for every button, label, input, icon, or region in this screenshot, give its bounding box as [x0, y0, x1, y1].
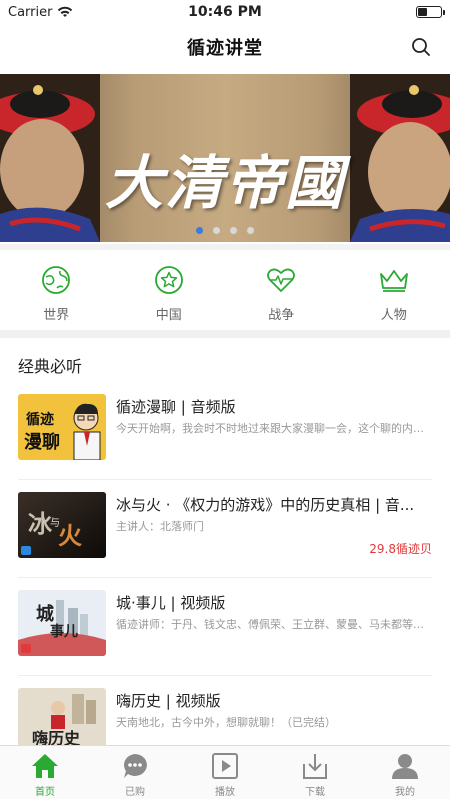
section-divider — [0, 330, 450, 338]
category-world[interactable]: 世界 — [0, 250, 113, 330]
battery-icon — [416, 6, 445, 18]
banner-title: 大清帝國 — [104, 149, 345, 217]
carrier-label: Carrier — [8, 4, 53, 20]
tab-play[interactable]: 播放 — [180, 746, 270, 799]
carousel-dots — [0, 227, 450, 234]
tab-label: 首页 — [35, 787, 55, 798]
tab-profile[interactable]: 我的 — [360, 746, 450, 799]
tab-download[interactable]: 下载 — [270, 746, 360, 799]
category-china[interactable]: 中国 — [113, 250, 226, 330]
program-thumbnail: 循迹 漫聊 — [18, 394, 106, 460]
user-icon — [392, 754, 418, 779]
tab-bar: 首页 已购 播放 下载 我的 — [0, 745, 450, 799]
crown-icon — [379, 270, 408, 292]
list-item[interactable]: 冰 火 与 冰与火 · 《权力的游戏》中的历史真相 | 音... 主讲人：北落师… — [18, 480, 432, 578]
nav-bar: 循迹讲堂 — [0, 24, 450, 70]
item-description: 今天开始啊，我会时不时地过来跟大家漫聊一会，这个聊的内容... — [116, 422, 432, 435]
tab-home[interactable]: 首页 — [0, 746, 90, 799]
page-title: 循迹讲堂 — [187, 38, 263, 59]
item-title: 嗨历史 | 视频版 — [116, 692, 221, 710]
heart-pulse-icon — [267, 268, 296, 292]
tab-label: 下载 — [305, 787, 325, 798]
svg-text:与: 与 — [50, 517, 60, 529]
search-icon[interactable] — [410, 36, 432, 58]
wifi-icon — [58, 6, 73, 17]
carousel-dot[interactable] — [196, 227, 203, 234]
carousel-dot[interactable] — [213, 227, 220, 234]
category-war[interactable]: 战争 — [225, 250, 338, 330]
star-badge-icon — [154, 266, 183, 294]
section-title: 经典必听 — [18, 357, 83, 376]
status-time: 10:46 PM — [188, 4, 262, 20]
banner-carousel[interactable]: 大清帝國 — [0, 74, 450, 242]
status-left: Carrier — [8, 5, 158, 20]
item-title: 循迹漫聊 | 音频版 — [116, 398, 236, 416]
category-label: 中国 — [155, 308, 182, 323]
download-icon — [303, 754, 327, 779]
svg-text:循迹: 循迹 — [26, 411, 54, 428]
carousel-dot[interactable] — [247, 227, 254, 234]
category-label: 人物 — [380, 308, 407, 323]
item-description: 主讲人：北落师门 — [116, 520, 204, 533]
tab-label: 已购 — [125, 787, 145, 798]
program-list: 循迹 漫聊 循迹漫聊 | 音频版 今天开始啊，我会时不时地过来跟大家漫聊一会，这… — [0, 382, 450, 774]
category-row: 世界 中国 战争 人物 — [0, 244, 450, 330]
list-item[interactable]: 循迹 漫聊 循迹漫聊 | 音频版 今天开始啊，我会时不时地过来跟大家漫聊一会，这… — [18, 382, 432, 480]
status-bar: Carrier 10:46 PM — [0, 0, 450, 24]
program-thumbnail: 城 事儿 — [18, 590, 106, 656]
category-label: 战争 — [268, 308, 295, 323]
play-icon — [212, 753, 238, 779]
item-title: 冰与火 · 《权力的游戏》中的历史真相 | 音... — [116, 496, 415, 514]
tab-purchased[interactable]: 已购 — [90, 746, 180, 799]
globe-icon — [42, 266, 71, 294]
svg-text:事儿: 事儿 — [50, 623, 78, 640]
tab-label: 我的 — [395, 787, 415, 798]
tab-label: 播放 — [215, 787, 235, 798]
item-title: 城·事儿 | 视频版 — [116, 594, 226, 612]
svg-text:漫聊: 漫聊 — [24, 431, 60, 453]
item-description: 天南地北，古今中外，想聊就聊！（已完结） — [116, 716, 336, 729]
list-item[interactable]: 城 事儿 城·事儿 | 视频版 循迹讲师：于丹、钱文忠、傅佩荣、王立群、蒙曼、马… — [18, 578, 432, 676]
svg-text:城: 城 — [36, 603, 54, 625]
category-people[interactable]: 人物 — [338, 250, 450, 330]
item-price: 29.8循迹贝 — [369, 542, 432, 556]
carousel-dot[interactable] — [230, 227, 237, 234]
item-description: 循迹讲师：于丹、钱文忠、傅佩荣、王立群、蒙曼、马未都等名... — [116, 618, 432, 631]
chat-bubble-icon — [124, 754, 147, 778]
home-icon — [32, 754, 58, 778]
svg-text:火: 火 — [58, 521, 82, 550]
program-thumbnail: 冰 火 与 — [18, 492, 106, 558]
status-right — [292, 6, 445, 18]
category-label: 世界 — [43, 308, 70, 323]
